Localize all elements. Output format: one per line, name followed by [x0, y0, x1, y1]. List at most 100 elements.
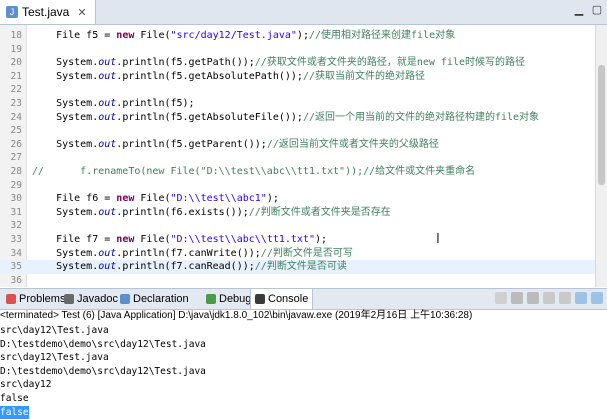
code-token: .println(f6.exists()); — [116, 206, 249, 218]
code-text: System.out.println(f5.getAbsoluteFile())… — [32, 111, 539, 125]
maximize-icon[interactable]: ▢ — [591, 4, 603, 16]
code-token: out — [98, 111, 117, 123]
console-line: src\day12 — [0, 379, 52, 391]
tab-javadoc[interactable]: Javadoc — [60, 289, 122, 309]
line-number: 23 — [10, 98, 22, 109]
code-token: File( — [134, 234, 171, 245]
code-token: "src/day12/Test.java" — [170, 30, 297, 41]
code-token: .println(f5.getParent()); — [116, 138, 267, 150]
code-line[interactable]: 18 File f5 = new File("src/day12/Test.ja… — [0, 29, 596, 43]
code-line[interactable]: 22 — [0, 83, 596, 97]
code-line[interactable]: 29 — [0, 179, 596, 193]
close-icon[interactable]: ✕ — [77, 6, 86, 19]
console-line: src\day12\Test.java — [0, 352, 109, 364]
line-number: 32 — [10, 220, 22, 232]
console-line: D:\testdemo\demo\src\day12\Test.java — [0, 338, 206, 350]
editor-vertical-scrollbar[interactable] — [595, 25, 607, 287]
code-text: System.out.println(f5); — [32, 97, 195, 111]
scrollbar-thumb[interactable] — [598, 65, 605, 185]
tab-console[interactable]: Console — [250, 289, 314, 309]
code-line[interactable]: 34 System.out.println(f7.canWrite());//判… — [0, 247, 596, 261]
code-line[interactable]: 19 — [0, 43, 596, 57]
code-token: File f7 = — [32, 234, 117, 245]
code-line[interactable]: 20 System.out.println(f5.getPath());//获取… — [0, 56, 596, 70]
console-line: false — [0, 405, 29, 419]
code-line[interactable]: 31 System.out.println(f6.exists());//判断文… — [0, 206, 596, 220]
code-token: System. — [32, 70, 99, 82]
scroll-lock-icon[interactable] — [559, 292, 571, 304]
code-line[interactable]: 25 — [0, 124, 596, 138]
code-line[interactable]: 33 File f7 = new File("D:\\test\\abc\\tt… — [0, 233, 596, 247]
code-token: //判断文件是否可读 — [254, 261, 347, 273]
code-token: //返回当前文件或者文件夹的父级路径 — [266, 138, 439, 150]
code-text: System.out.println(f5.getAbsolutePath())… — [32, 70, 425, 84]
code-token: new — [116, 193, 135, 205]
java-file-icon: J — [6, 6, 18, 18]
line-number: 31 — [10, 206, 22, 218]
code-line[interactable]: 21 System.out.println(f5.getAbsolutePath… — [0, 70, 596, 84]
code-token: new — [116, 234, 135, 245]
line-number: 34 — [10, 247, 22, 259]
code-token: File f6 = — [32, 193, 117, 205]
tab-debug[interactable]: Debug — [202, 289, 255, 309]
code-token: System. — [32, 57, 99, 69]
tab-label: Debug — [219, 293, 252, 305]
declaration-icon — [120, 294, 130, 304]
code-text: // f.renameTo(new File("D:\\test\\abc\\t… — [32, 165, 475, 179]
tab-label: Test.java — [22, 5, 70, 19]
code-token: out — [98, 206, 117, 218]
console-line: false — [0, 393, 29, 404]
clear-console-icon[interactable] — [543, 292, 555, 304]
code-token: ); — [266, 193, 279, 205]
terminate-icon[interactable] — [495, 292, 507, 304]
code-token: .println(f7.canWrite()); — [116, 247, 261, 259]
display-console-icon[interactable] — [591, 292, 603, 304]
code-token: //使用相对路径来创建file对象 — [308, 30, 456, 41]
console-line: D:\testdemo\demo\src\day12\Test.java — [0, 365, 206, 377]
tab-test-java[interactable]: J Test.java ✕ — [0, 0, 96, 24]
code-line[interactable]: 26 System.out.println(f5.getParent());//… — [0, 138, 596, 152]
code-line[interactable]: 24 System.out.println(f5.getAbsoluteFile… — [0, 111, 596, 125]
at-icon — [64, 294, 74, 304]
code-line[interactable]: 23 System.out.println(f5); — [0, 97, 596, 111]
code-line[interactable]: 27 — [0, 151, 596, 165]
tab-label: Console — [268, 293, 309, 305]
code-text: System.out.println(f5.getPath());//获取文件或… — [32, 56, 525, 70]
code-editor[interactable]: 18 File f5 = new File("src/day12/Test.ja… — [0, 25, 596, 287]
line-number: 29 — [10, 179, 22, 191]
code-line[interactable]: 32 — [0, 219, 596, 233]
code-token: ); — [296, 30, 309, 41]
code-token: //获取文件或者文件夹的路径，就是new file时候写的路径 — [254, 57, 525, 69]
code-token: File( — [134, 193, 171, 205]
code-text: File f7 = new File("D:\\test\\abc\\tt1.t… — [32, 233, 327, 247]
code-token: //判断文件是否可写 — [260, 247, 353, 259]
code-token: .println(f5.getAbsolutePath()); — [116, 70, 303, 82]
console-output[interactable]: src\day12\Test.java D:\testdemo\demo\src\… — [0, 323, 607, 419]
line-number: 30 — [10, 193, 22, 205]
code-token: out — [98, 247, 117, 259]
problems-icon — [6, 294, 16, 304]
code-text: File f5 = new File("src/day12/Test.java"… — [32, 29, 455, 43]
code-token: out — [98, 57, 117, 69]
console-status-line: <terminated> Test (6) [Java Application]… — [0, 310, 473, 321]
line-number: 36 — [10, 274, 22, 286]
code-token: //返回一个用当前的文件的绝对路径构建的file对象 — [302, 111, 540, 123]
code-token: File f5 = — [32, 30, 117, 41]
code-token: System. — [32, 138, 99, 150]
code-token: out — [98, 98, 117, 109]
code-line[interactable]: 35 System.out.println(f7.canRead());//判断… — [0, 260, 596, 274]
code-line[interactable]: 30 File f6 = new File("D:\\test\\abc1"); — [0, 192, 596, 206]
code-line[interactable]: 36 — [0, 274, 596, 287]
code-token: System. — [32, 261, 99, 273]
text-cursor-icon: I — [436, 232, 440, 247]
minimize-icon[interactable]: ▁ — [573, 4, 585, 16]
code-line[interactable]: 28 // f.renameTo(new File("D:\\test\\abc\… — [0, 165, 596, 179]
code-token: //获取当前文件的绝对路径 — [302, 70, 425, 82]
tab-declaration[interactable]: Declaration — [116, 289, 193, 309]
console-line: src\day12\Test.java — [0, 325, 109, 336]
remove-all-icon[interactable] — [527, 292, 539, 304]
remove-launch-icon[interactable] — [511, 292, 523, 304]
pin-console-icon[interactable] — [575, 292, 587, 304]
code-token: "D:\\test\\abc\\tt1.txt" — [170, 234, 315, 245]
code-text: System.out.println(f7.canRead());//判断文件是… — [32, 260, 347, 274]
